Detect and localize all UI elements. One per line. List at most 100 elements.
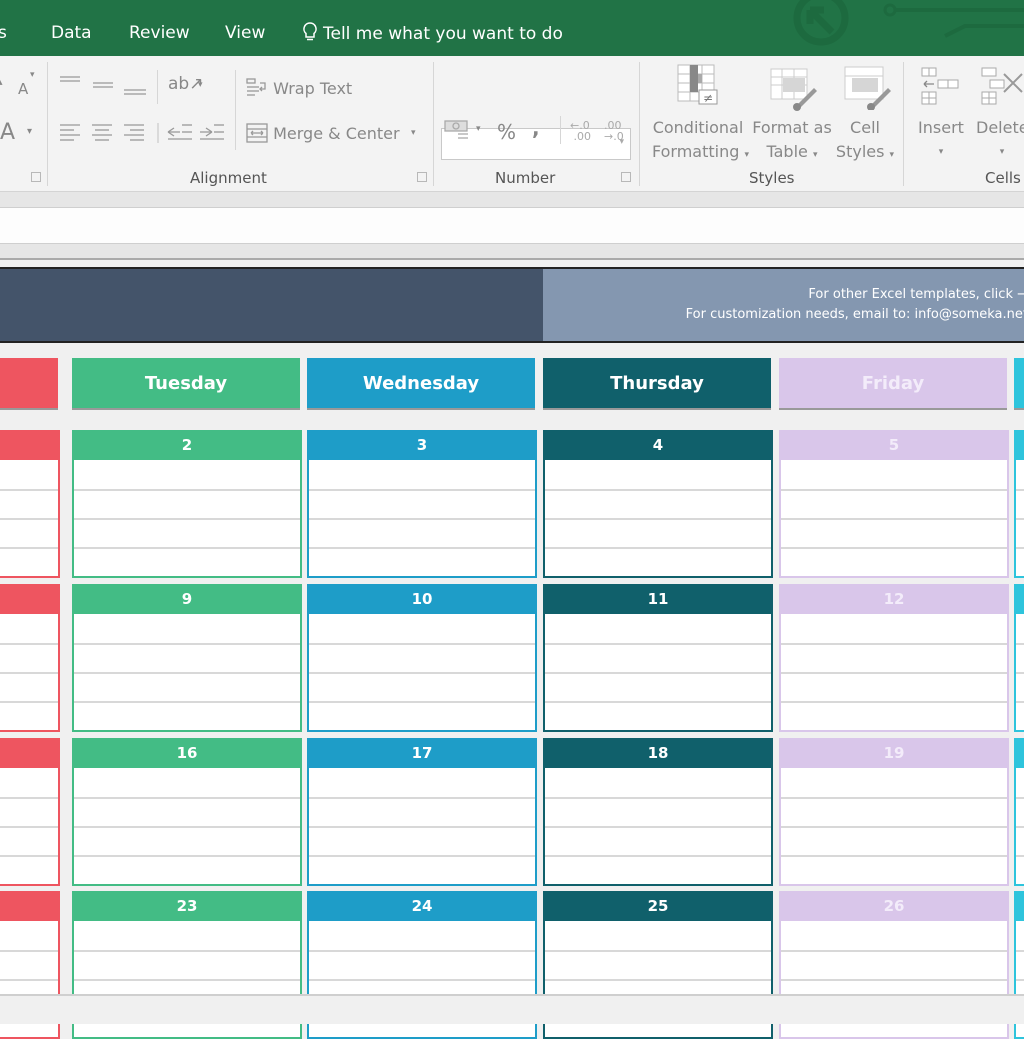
date-number xyxy=(1016,430,1024,460)
entry-row-divider xyxy=(781,643,1007,645)
wrap-text-label: Wrap Text xyxy=(273,79,353,98)
entry-row-divider xyxy=(74,950,300,952)
insert-cells-button[interactable]: Insert ▾ xyxy=(918,116,964,164)
entry-row-divider xyxy=(781,489,1007,491)
day-cell[interactable]: 9 xyxy=(72,584,302,732)
day-cell[interactable]: 2 xyxy=(72,430,302,578)
decrease-font-button[interactable]: A xyxy=(18,80,28,98)
date-number: 2 xyxy=(74,430,300,460)
day-cell[interactable] xyxy=(1014,584,1024,732)
entry-row-divider xyxy=(309,643,535,645)
entry-row-divider xyxy=(545,643,771,645)
entry-row-divider xyxy=(545,518,771,520)
date-number xyxy=(0,430,58,460)
entry-row-divider xyxy=(0,950,58,952)
entry-row-divider xyxy=(545,979,771,981)
entry-row-divider xyxy=(545,672,771,674)
entry-row-divider xyxy=(1016,547,1024,549)
accounting-format-icon[interactable] xyxy=(444,119,470,141)
banner-title-area xyxy=(0,269,543,341)
templates-link[interactable]: For other Excel templates, click → xyxy=(808,287,1024,302)
day-cell[interactable]: 3 xyxy=(307,430,537,578)
date-number: 11 xyxy=(545,584,771,614)
day-cell[interactable]: 10 xyxy=(307,584,537,732)
formula-bar[interactable] xyxy=(0,208,1024,244)
day-cell[interactable]: 4 xyxy=(543,430,773,578)
insert-label: Insert xyxy=(918,118,964,137)
day-cell[interactable] xyxy=(0,430,60,578)
merge-center-label: Merge & Center xyxy=(273,124,400,143)
format-as-table-button[interactable]: Format as Table ▾ xyxy=(752,116,832,167)
comma-style-button[interactable]: , xyxy=(532,116,540,140)
alignment-dialog-launcher[interactable] xyxy=(417,172,427,182)
cell-styles-label-1: Cell xyxy=(850,118,880,137)
wrap-text-button[interactable]: Wrap Text xyxy=(246,78,352,98)
separator xyxy=(157,70,158,104)
day-header-wednesday: Wednesday xyxy=(307,358,535,410)
day-cell[interactable]: 11 xyxy=(543,584,773,732)
entry-row-divider xyxy=(545,701,771,703)
day-cell[interactable] xyxy=(0,738,60,886)
delete-cells-button[interactable]: Delete ▾ xyxy=(976,116,1024,164)
tab-data[interactable]: Data xyxy=(51,22,92,44)
font-size-up-icon[interactable]: ▴ xyxy=(0,74,3,89)
day-cell[interactable]: 19 xyxy=(779,738,1009,886)
day-cell[interactable] xyxy=(0,584,60,732)
entry-row-divider xyxy=(74,826,300,828)
accounting-dropdown-icon[interactable]: ▾ xyxy=(476,124,481,134)
date-number: 17 xyxy=(309,738,535,768)
entry-row-divider xyxy=(74,855,300,857)
entry-row-divider xyxy=(1016,797,1024,799)
day-cell[interactable]: 17 xyxy=(307,738,537,886)
day-header-friday: Friday xyxy=(779,358,1007,410)
tell-me-label: Tell me what you want to do xyxy=(323,24,563,44)
customization-email[interactable]: For customization needs, email to: info@… xyxy=(686,307,1024,322)
day-cell[interactable]: 12 xyxy=(779,584,1009,732)
merge-dropdown-icon[interactable]: ▾ xyxy=(411,128,416,138)
tab-review[interactable]: Review xyxy=(129,22,190,44)
cell-styles-label-2: Styles xyxy=(835,142,885,161)
number-dialog-launcher[interactable] xyxy=(621,172,631,182)
day-cell[interactable]: 18 xyxy=(543,738,773,886)
decrease-decimal-button[interactable]: .00 →.0 xyxy=(604,120,626,142)
entry-row-divider xyxy=(781,518,1007,520)
tab-formulas[interactable]: s xyxy=(0,22,7,44)
increase-decimal-button[interactable]: ←.0 .00 xyxy=(570,120,592,142)
tell-me-search[interactable]: Tell me what you want to do xyxy=(303,22,563,45)
day-cell[interactable]: 5 xyxy=(779,430,1009,578)
date-number xyxy=(0,738,58,768)
merge-center-icon xyxy=(246,123,268,143)
percent-style-button[interactable]: % xyxy=(497,120,516,144)
entry-row-divider xyxy=(781,826,1007,828)
day-cell[interactable] xyxy=(1014,430,1024,578)
font-dialog-launcher[interactable] xyxy=(31,172,41,182)
conditional-formatting-button[interactable]: Conditional Formatting ▾ xyxy=(652,116,749,167)
entry-row-divider xyxy=(781,855,1007,857)
font-color-button[interactable]: A xyxy=(0,120,15,145)
merge-center-button[interactable]: Merge & Center xyxy=(246,123,400,143)
day-header-saturday xyxy=(1014,358,1024,410)
entry-row-divider xyxy=(74,979,300,981)
day-cell[interactable]: 16 xyxy=(72,738,302,886)
conditional-formatting-label-2: Formatting xyxy=(652,142,740,161)
format-as-table-label-2: Table xyxy=(766,142,808,161)
insert-cells-icon xyxy=(921,67,959,105)
sheet-bottom-area xyxy=(0,994,1024,1024)
cell-styles-button[interactable]: Cell Styles ▾ xyxy=(834,116,896,167)
entry-row-divider xyxy=(0,701,58,703)
group-separator xyxy=(433,62,434,186)
ribbon-tab-bar: s Data Review View Tell me what you want… xyxy=(0,0,1024,56)
conditional-formatting-label-1: Conditional xyxy=(652,118,744,137)
conditional-formatting-icon: ≠ xyxy=(677,64,718,105)
svg-text:≠: ≠ xyxy=(703,91,713,105)
day-cell[interactable] xyxy=(1014,738,1024,886)
styles-group-label: Styles xyxy=(749,169,795,187)
date-number xyxy=(0,891,58,921)
entry-row-divider xyxy=(74,672,300,674)
tab-view[interactable]: View xyxy=(225,22,265,44)
entry-row-divider xyxy=(781,797,1007,799)
entry-row-divider xyxy=(781,672,1007,674)
font-color-dropdown-icon[interactable]: ▾ xyxy=(27,126,32,137)
orientation-dropdown-icon[interactable]: ▾ xyxy=(198,80,203,90)
date-number: 10 xyxy=(309,584,535,614)
